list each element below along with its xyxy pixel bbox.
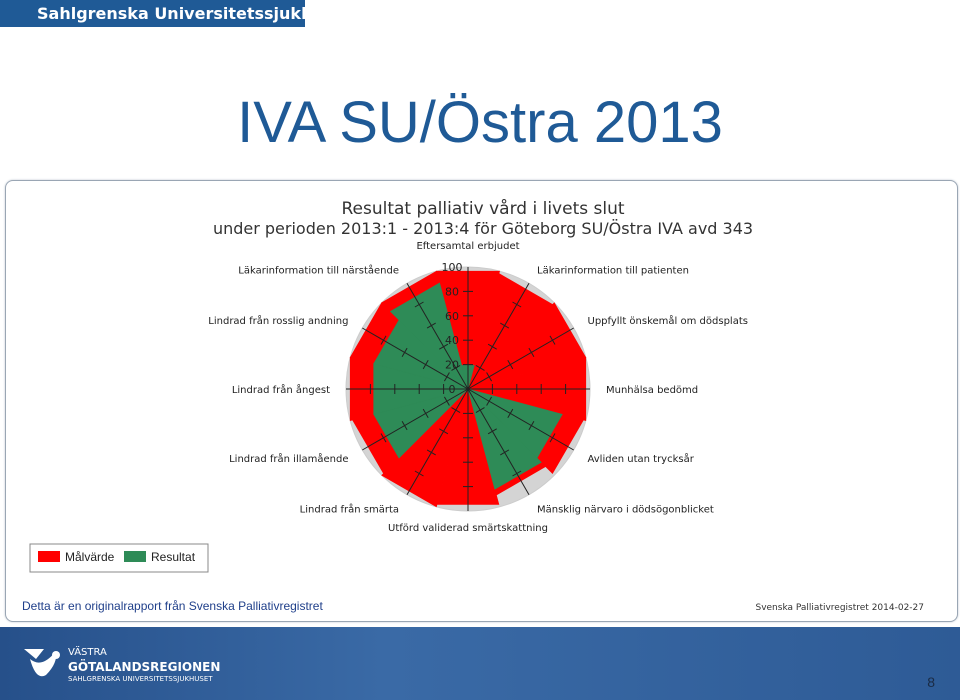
vgr-logo-icon bbox=[24, 649, 60, 677]
category-label: Avliden utan trycksår bbox=[588, 452, 695, 465]
chart-subtitle: under perioden 2013:1 - 2013:4 för Göteb… bbox=[213, 219, 753, 238]
radial-tick-label: 40 bbox=[445, 334, 459, 347]
radial-tick-label: 100 bbox=[442, 261, 463, 274]
category-label: Uppfyllt önskemål om dödsplats bbox=[588, 314, 748, 327]
legend-label-malvarde: Målvärde bbox=[65, 550, 115, 564]
chart-legend: Målvärde Resultat bbox=[29, 543, 209, 573]
category-label: Lindrad från illamående bbox=[229, 452, 348, 465]
legend-swatch-malvarde bbox=[38, 551, 60, 562]
category-label: Läkarinformation till patienten bbox=[537, 266, 689, 277]
radial-tick-label: 20 bbox=[445, 359, 459, 372]
logo-line-1: VÄSTRA bbox=[68, 647, 107, 658]
radar-plot: 0 20 40 60 80 100 Eftersamtal erbjudet Läkarinf… bbox=[208, 241, 748, 534]
category-label: Läkarinformation till närstående bbox=[238, 264, 399, 277]
radial-tick-label: 80 bbox=[445, 285, 459, 298]
report-date: Svenska Palliativregistret 2014-02-27 bbox=[755, 603, 924, 613]
legend-label-resultat: Resultat bbox=[151, 550, 196, 564]
category-label: Lindrad från ångest bbox=[232, 383, 330, 396]
category-label: Utförd validerad smärtskattning bbox=[388, 523, 548, 534]
category-label: Mänsklig närvaro i dödsögonblicket bbox=[537, 505, 714, 516]
radial-tick-label: 60 bbox=[445, 310, 459, 323]
legend-swatch-resultat bbox=[124, 551, 146, 562]
footer-bar: VÄSTRA GÖTALANDSREGIONEN SAHLGRENSKA UNI… bbox=[0, 627, 960, 700]
chart-title: Resultat palliativ vård i livets slut bbox=[341, 198, 624, 219]
category-label: Lindrad från smärta bbox=[300, 503, 399, 516]
radial-tick-label: 0 bbox=[449, 383, 456, 396]
logo-line-3: SAHLGRENSKA UNIVERSITETSSJUKHUSET bbox=[68, 675, 213, 683]
category-label: Eftersamtal erbjudet bbox=[416, 241, 519, 252]
category-label: Munhälsa bedömd bbox=[606, 385, 698, 396]
radar-chart: Resultat palliativ vård i livets slut un… bbox=[22, 198, 924, 613]
source-note: Detta är en originalrapport från Svenska… bbox=[22, 599, 323, 613]
logo-line-2: GÖTALANDSREGIONEN bbox=[68, 660, 221, 674]
category-label: Lindrad från rosslig andning bbox=[208, 314, 348, 327]
page-number: 8 bbox=[927, 674, 935, 690]
